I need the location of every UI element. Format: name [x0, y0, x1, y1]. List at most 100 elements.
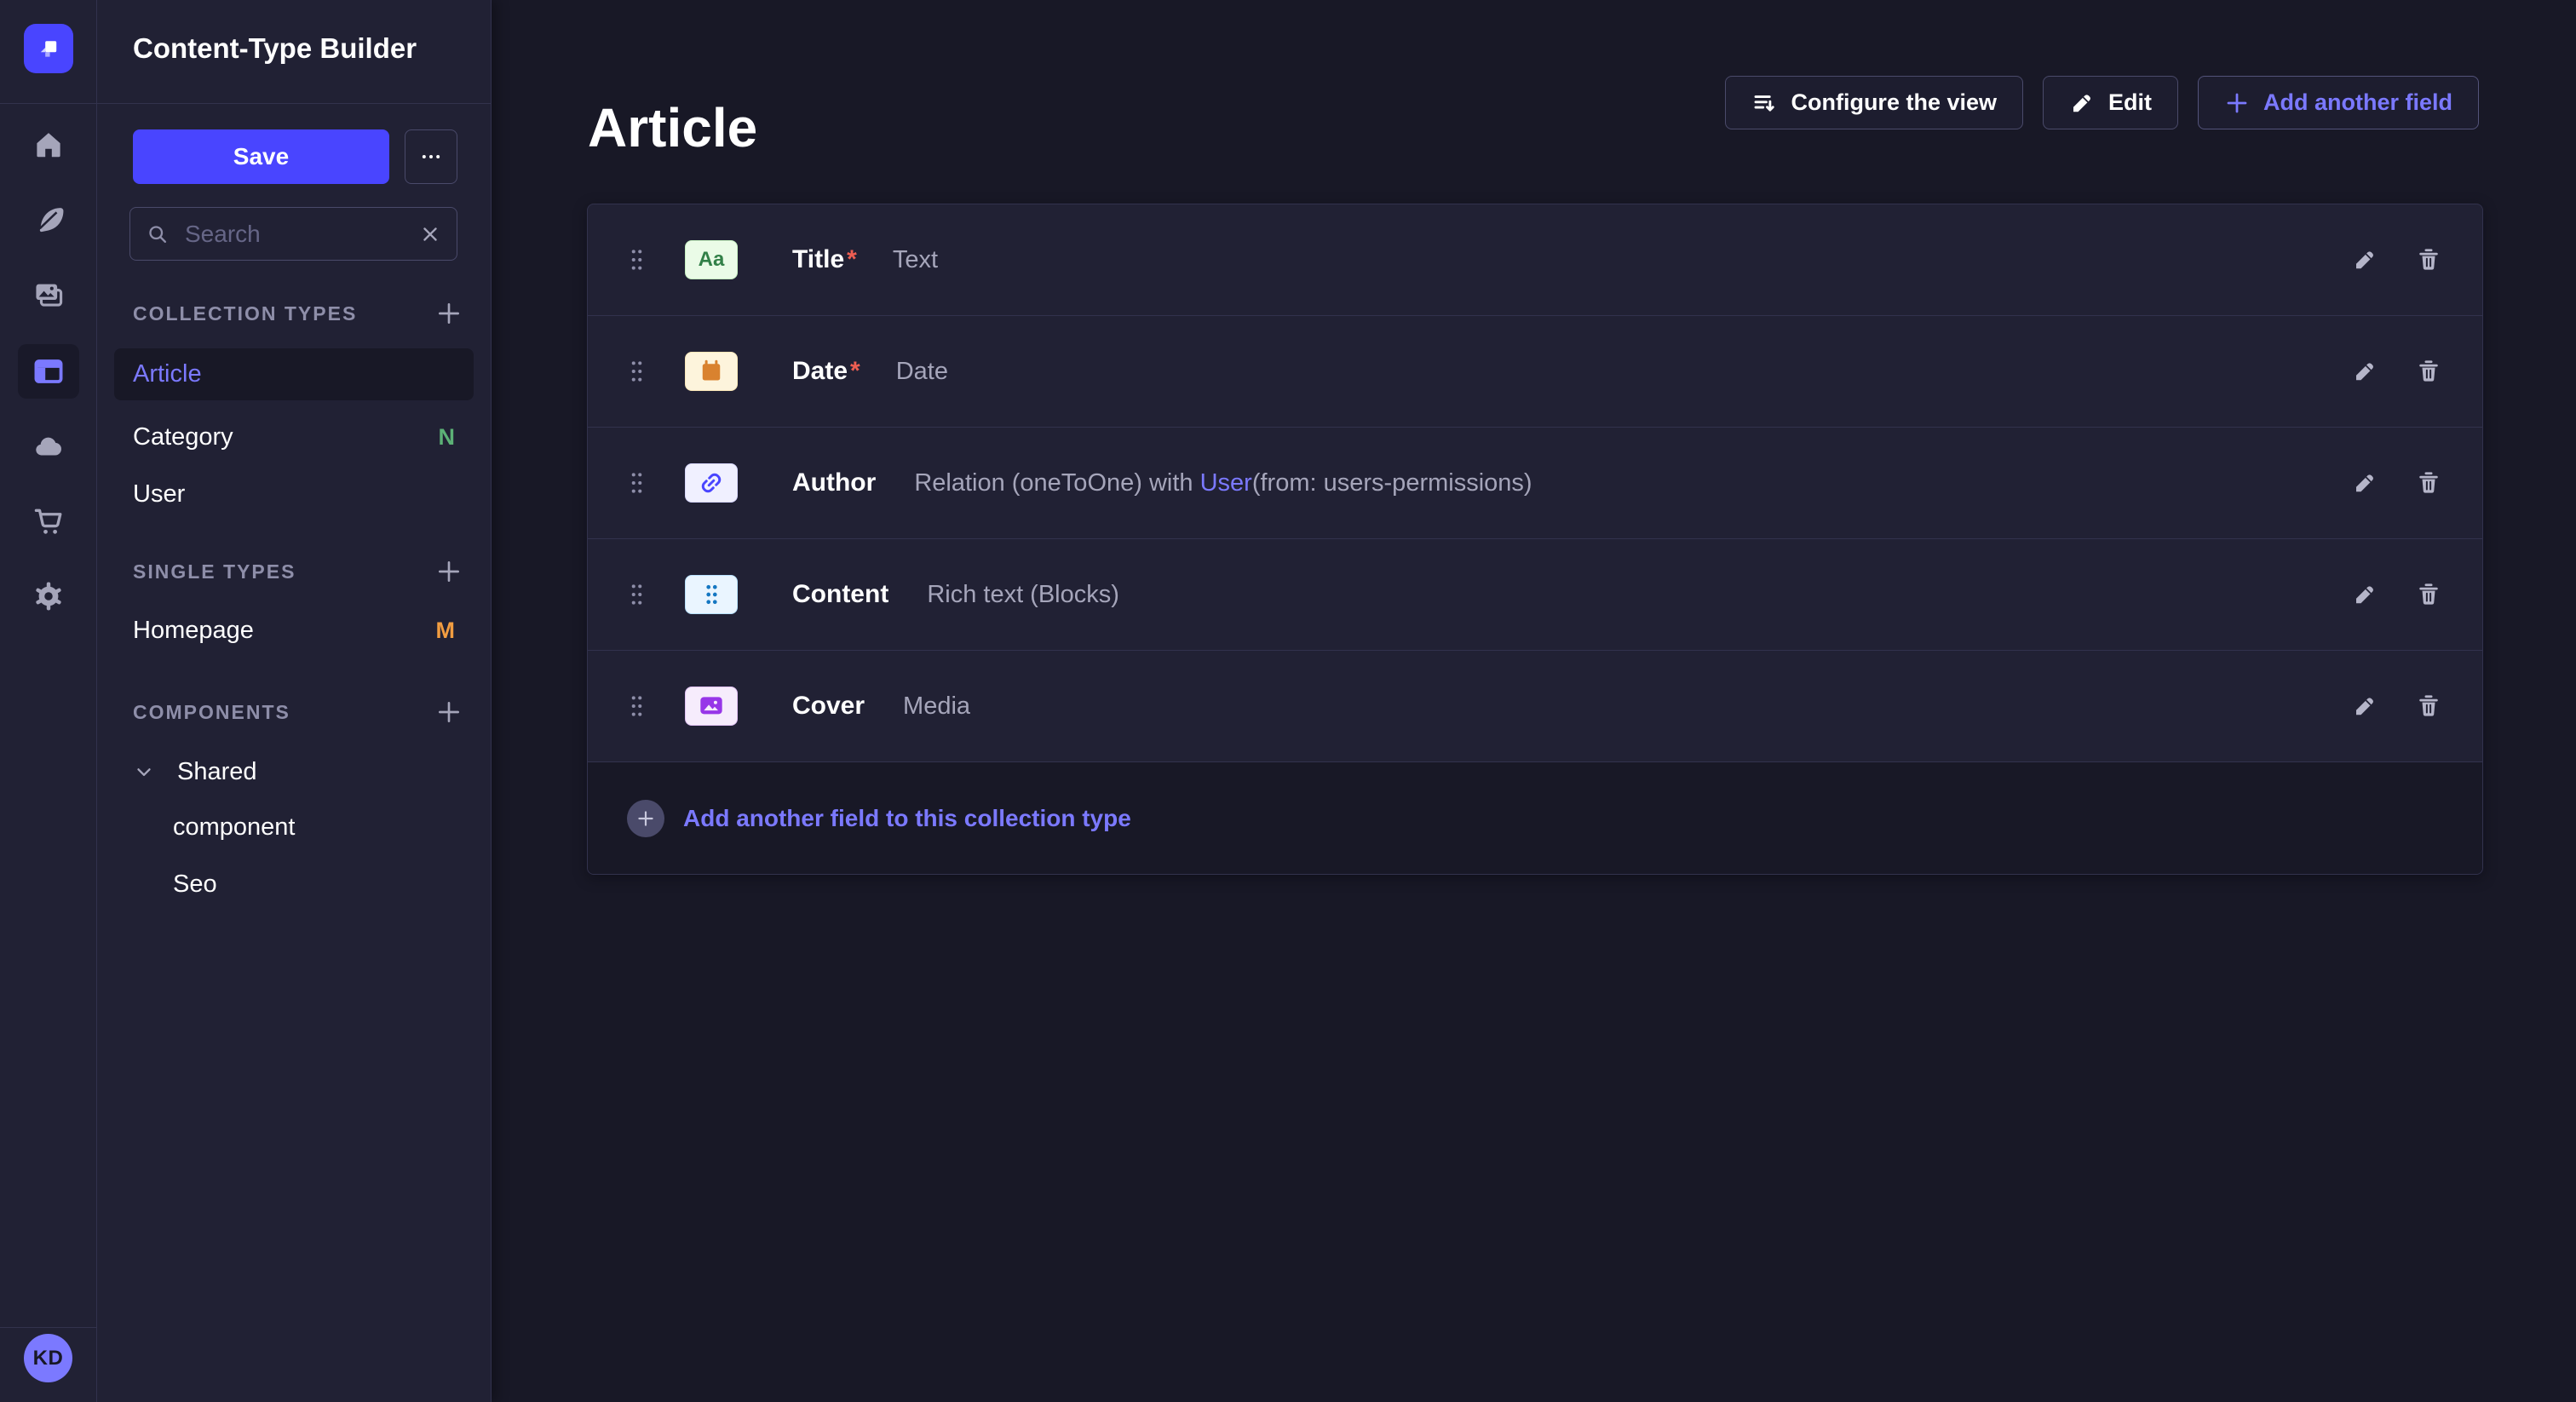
collection-types-header: COLLECTION TYPES: [133, 300, 463, 327]
configure-view-button[interactable]: Configure the view: [1725, 76, 2023, 129]
row-actions: [2350, 357, 2443, 386]
edit-field-button[interactable]: [2350, 357, 2379, 386]
page-title: Article: [588, 96, 757, 159]
delete-field-button[interactable]: [2414, 580, 2443, 609]
edit-button[interactable]: Edit: [2043, 76, 2178, 129]
component-group-shared[interactable]: Shared: [133, 744, 257, 800]
search-box: [129, 207, 457, 261]
sidebar-item-category[interactable]: Category N: [114, 411, 474, 463]
search-icon: [146, 222, 170, 246]
fields-table: Aa Title* Text: [587, 204, 2483, 875]
drag-handle-icon[interactable]: [630, 471, 643, 495]
add-field-footer-button[interactable]: Add another field to this collection typ…: [588, 762, 2482, 874]
nav-rail: KD: [0, 0, 97, 1402]
row-actions: [2350, 580, 2443, 609]
avatar-initials: KD: [33, 1347, 64, 1370]
drag-handle-icon[interactable]: [630, 359, 643, 383]
feather-icon[interactable]: [0, 192, 96, 247]
field-name: Author: [792, 468, 876, 497]
delete-field-button[interactable]: [2414, 357, 2443, 386]
pencil-icon: [2352, 470, 2378, 496]
field-name: Content: [792, 580, 888, 609]
settings-icon[interactable]: [0, 569, 96, 623]
strapi-logo[interactable]: [24, 24, 73, 73]
field-type: Date: [896, 358, 948, 386]
new-badge: N: [439, 424, 456, 451]
rail-bottom-divider: [0, 1327, 96, 1328]
field-row-content: Content Rich text (Blocks): [588, 539, 2482, 651]
field-type: Rich text (Blocks): [927, 581, 1119, 609]
sidebar-divider: [97, 103, 491, 104]
sidebar-item-label: component: [173, 813, 296, 842]
relation-target-link[interactable]: User: [1200, 469, 1252, 497]
content-type-builder-icon[interactable]: [0, 344, 96, 399]
sidebar-item-component[interactable]: component: [173, 799, 296, 855]
edit-field-button[interactable]: [2350, 468, 2379, 497]
row-actions: [2350, 692, 2443, 721]
trash-icon: [2416, 359, 2441, 384]
single-types-header: SINGLE TYPES: [133, 558, 463, 585]
edit-field-button[interactable]: [2350, 580, 2379, 609]
delete-field-button[interactable]: [2414, 468, 2443, 497]
more-options-button[interactable]: [405, 129, 457, 184]
field-type: Relation (oneToOne) with User(from: user…: [914, 469, 1532, 497]
delete-field-button[interactable]: [2414, 692, 2443, 721]
media-image-icon: [685, 687, 738, 726]
sidebar-item-article[interactable]: Article: [114, 348, 474, 400]
add-collection-type-button[interactable]: [434, 299, 463, 328]
edit-field-button[interactable]: [2350, 692, 2379, 721]
group-label: Shared: [177, 758, 257, 786]
search-input[interactable]: [183, 220, 419, 249]
add-another-field-label: Add another field: [2263, 89, 2452, 116]
delete-field-button[interactable]: [2414, 245, 2443, 274]
chevron-down-icon: [133, 761, 155, 783]
configure-view-icon: [1751, 90, 1777, 116]
plugin-title: Content-Type Builder: [133, 32, 417, 65]
main-content: Article Configure the view Edit Add anot…: [492, 0, 2576, 1402]
sidebar-item-label: Article: [133, 360, 202, 388]
collection-types-label: COLLECTION TYPES: [133, 302, 357, 325]
calendar-icon: [685, 352, 738, 391]
add-another-field-button[interactable]: Add another field: [2198, 76, 2479, 129]
sidebar-item-label: Seo: [173, 871, 217, 899]
toolbar: Configure the view Edit Add another fiel…: [1725, 76, 2479, 129]
add-single-type-button[interactable]: [434, 557, 463, 586]
save-button[interactable]: Save: [133, 129, 389, 184]
ellipsis-icon: [419, 145, 443, 169]
media-library-icon[interactable]: [0, 267, 96, 322]
field-row-date: Date* Date: [588, 316, 2482, 428]
drag-handle-icon[interactable]: [630, 694, 643, 718]
sidebar-item-label: Category: [133, 423, 233, 451]
avatar[interactable]: KD: [24, 1334, 72, 1382]
edit-field-button[interactable]: [2350, 245, 2379, 274]
field-row-author: Author Relation (oneToOne) with User(fro…: [588, 428, 2482, 539]
row-actions: [2350, 468, 2443, 497]
marketplace-icon[interactable]: [0, 494, 96, 549]
sidebar-item-label: User: [133, 480, 185, 509]
add-field-footer-label: Add another field to this collection typ…: [683, 805, 1131, 832]
plus-icon: [435, 300, 463, 327]
drag-handle-icon[interactable]: [630, 583, 643, 606]
sidebar-item-seo[interactable]: Seo: [173, 856, 217, 912]
sidebar-item-user[interactable]: User: [114, 468, 474, 520]
single-types-label: SINGLE TYPES: [133, 560, 296, 583]
required-asterisk: *: [850, 357, 860, 386]
home-icon[interactable]: [0, 118, 96, 172]
blocks-icon: [685, 575, 738, 614]
drag-handle-icon[interactable]: [630, 248, 643, 272]
plus-circle-icon: [627, 800, 664, 837]
plugin-sidebar: Content-Type Builder Save COLLECTION TYP…: [97, 0, 492, 1402]
pencil-icon: [2352, 247, 2378, 273]
sidebar-item-homepage[interactable]: Homepage M: [114, 605, 474, 657]
field-row-cover: Cover Media: [588, 651, 2482, 762]
plus-icon: [435, 698, 463, 726]
trash-icon: [2416, 582, 2441, 607]
field-name: Date: [792, 357, 848, 386]
clear-search-icon[interactable]: [419, 223, 441, 245]
edit-label: Edit: [2108, 89, 2152, 116]
text-icon: Aa: [685, 240, 738, 279]
cloud-icon[interactable]: [0, 419, 96, 474]
rail-divider: [0, 103, 97, 104]
row-actions: [2350, 245, 2443, 274]
add-component-button[interactable]: [434, 698, 463, 727]
